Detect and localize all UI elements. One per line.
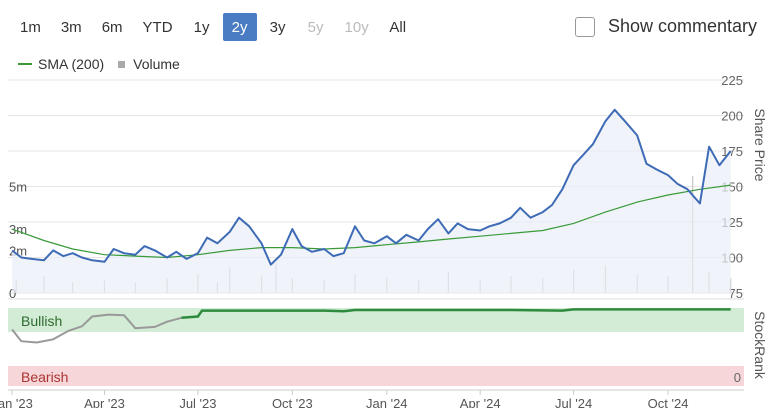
price-tick-label: 175 [721,144,743,159]
price-axis-title: Share Price [752,108,768,181]
bullish-band [8,308,744,332]
x-tick-label: Oct '23 [272,396,313,408]
price-chart[interactable]: 7510012515017520022502m3m5mShare PriceBu… [0,0,770,408]
x-tick-label: Apr '24 [460,396,501,408]
price-tick-label: 225 [721,73,743,88]
bullish-label: Bullish [21,313,62,329]
bearish-label: Bearish [21,369,68,385]
stockrank-axis-title: StockRank [752,311,768,380]
volume-tick-label: 5m [9,180,27,195]
volume-tick-label: 3m [9,222,27,237]
x-tick-label: Apr '23 [84,396,125,408]
bearish-band [8,366,744,386]
stockrank-zero-label: 0 [734,370,741,385]
price-area [12,109,731,293]
x-tick-label: Jan '23 [0,396,33,408]
x-tick-label: Jul '23 [179,396,216,408]
price-tick-label: 200 [721,109,743,124]
x-tick-label: Jul '24 [555,396,592,408]
x-tick-label: Oct '24 [648,396,689,408]
x-tick-label: Jan '24 [366,396,408,408]
